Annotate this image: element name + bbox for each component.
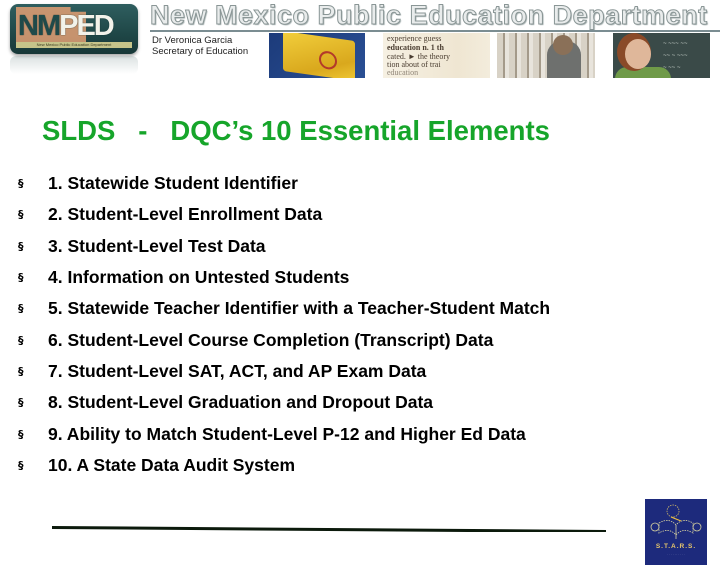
bullet-icon: § [18,364,24,378]
bullet-icon: § [18,302,24,316]
footer-divider [52,526,606,532]
list-item: § 4. Information on Untested Students [18,262,550,293]
dictionary-line: experience guess [387,34,442,43]
dictionary-line: education [387,68,419,77]
dictionary-photo: experience guess education n. 1 th cated… [383,33,490,78]
child-head [553,35,573,55]
list-item: § 9. Ability to Match Student-Level P-12 … [18,418,550,449]
list-item-text: 3. Student-Level Test Data [48,235,266,256]
stars-logo-subtext: · · · · · · · · · · [667,552,685,556]
list-item-text: 7. Student-Level SAT, ACT, and AP Exam D… [48,360,427,381]
department-title: New Mexico Public Education Department [150,0,708,31]
logo-wordmark: NMPED [18,10,115,43]
list-item-text: 8. Student-Level Graduation and Dropout … [48,392,434,413]
logo-ped: PED [59,10,115,42]
bullet-icon: § [18,177,24,191]
list-item: § 8. Student-Level Graduation and Dropout… [18,387,550,418]
teacher-face [625,39,651,69]
secretary-role: Secretary of Education [152,46,249,57]
bullet-icon: § [18,458,24,472]
list-item: § 7. Student-Level SAT, ACT, and AP Exam … [18,356,550,387]
list-item-text: 9. Ability to Match Student-Level P-12 a… [48,423,526,444]
chalkboard-writing: ~ ~~~ ~~ [663,41,688,47]
list-item: § 6. Student-Level Course Completion (Tra… [18,324,550,355]
list-item-text: 4. Information on Untested Students [48,267,350,288]
logo-reflection [10,56,138,74]
secretary-block: Dr Veronica Garcia Secretary of Educatio… [152,35,248,57]
bullet-icon: § [18,427,24,441]
secretary-name: Dr Veronica Garcia [152,35,233,46]
bullet-icon: § [18,333,24,347]
essential-elements-list: § 1. Statewide Student Identifier § 2. Stu… [18,168,550,481]
zia-sun-icon [319,50,337,71]
new-mexico-flag-photo [269,33,365,78]
teacher-photo: ~ ~~~ ~~ ~~ ~ ~~~ ~ ~~ ~ [613,33,710,78]
bullet-icon: § [18,208,24,222]
bullet-icon: § [18,271,24,285]
list-item-text: 10. A State Data Audit System [48,454,296,475]
header-rule [150,30,720,32]
list-item-text: 1. Statewide Student Identifier [48,173,298,194]
stars-logo: S.T.A.R.S. · · · · · · · · · · [645,499,707,565]
bullet-icon: § [18,239,24,253]
list-item: § 3. Student-Level Test Data [18,231,550,262]
bullet-icon: § [18,396,24,410]
stars-logo-text: S.T.A.R.S. [655,543,697,550]
list-item: § 5. Statewide Teacher Identifier with a … [18,293,550,324]
logo-strip-text: New Mexico Public Education Department [16,42,132,48]
list-item: § 2. Student-Level Enrollment Data [18,199,550,230]
chalkboard-writing: ~~ ~ ~~~ [663,53,688,59]
list-item-text: 5. Statewide Teacher Identifier with a T… [48,298,551,319]
list-item-text: 6. Student-Level Course Completion (Tran… [48,329,494,350]
chalkboard-writing: ~ ~~ ~ [663,65,681,71]
flag-icon [283,33,355,78]
divider-line [52,526,606,532]
nmped-logo: NMPED New Mexico Public Education Depart… [10,4,138,54]
list-item: § 1. Statewide Student Identifier [18,168,550,199]
dictionary-line: education n. 1 th [387,43,444,52]
slide-title: SLDS - DQC’s 10 Essential Elements [42,115,550,146]
logo-nm: NM [18,10,61,42]
header-banner: NMPED New Mexico Public Education Depart… [0,0,720,80]
open-book-icon [650,504,702,539]
library-photo [497,33,595,78]
list-item: § 10. A State Data Audit System [18,450,550,481]
list-item-text: 2. Student-Level Enrollment Data [48,204,323,225]
